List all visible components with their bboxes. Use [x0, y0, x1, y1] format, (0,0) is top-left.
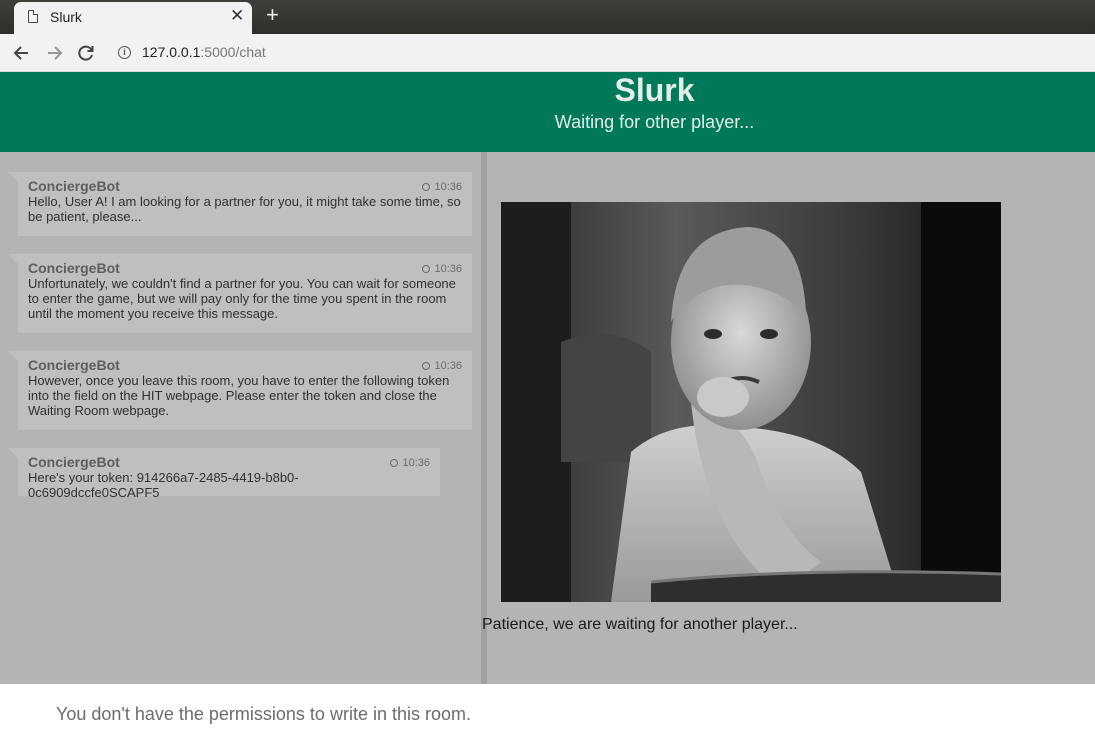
- reload-icon[interactable]: [76, 43, 96, 63]
- plus-icon[interactable]: +: [266, 4, 279, 26]
- message-time-text: 10:36: [434, 360, 462, 372]
- chat-message: ConciergeBot 10:36 Unfortunately, we cou…: [8, 254, 472, 333]
- message-time: 10:36: [422, 181, 462, 193]
- app-header: Slurk Waiting for other player...: [0, 72, 1095, 152]
- message-time-text: 10:36: [402, 457, 430, 469]
- message-text: However, once you leave this room, you h…: [28, 373, 450, 418]
- message-time: 10:36: [390, 457, 430, 469]
- permission-notice: You don't have the permissions to write …: [56, 704, 471, 724]
- clock-icon: [422, 362, 431, 370]
- waiting-caption: Patience, we are waiting for another pla…: [482, 616, 798, 633]
- message-author: ConciergeBot: [28, 357, 120, 373]
- chat-message: ConciergeBot 10:36 However, once you lea…: [8, 351, 472, 430]
- url-path: :5000/chat: [200, 44, 266, 60]
- message-text: Here's your token: 914266a7-2485-4419-b8…: [28, 470, 299, 500]
- forward-arrow-icon[interactable]: [44, 43, 64, 63]
- message-author: ConciergeBot: [28, 454, 120, 470]
- chat-message: ConciergeBot 10:36 Here's your token: 91…: [8, 448, 440, 500]
- input-area: You don't have the permissions to write …: [0, 684, 1095, 744]
- message-author: ConciergeBot: [28, 260, 120, 276]
- message-time: 10:36: [422, 360, 462, 372]
- chat-area[interactable]: ConciergeBot 10:36 Hello, User A! I am l…: [0, 152, 481, 684]
- message-time-text: 10:36: [434, 181, 462, 193]
- clock-icon: [422, 265, 431, 273]
- tab-title: Slurk: [50, 9, 82, 25]
- url-host: 127.0.0.1: [142, 44, 201, 60]
- browser-tab[interactable]: Slurk ✕: [14, 2, 252, 34]
- message-time: 10:36: [422, 263, 462, 275]
- message-text: Unfortunately, we couldn't find a partne…: [28, 276, 456, 321]
- browser-tab-bar: Slurk ✕ +: [0, 0, 1095, 34]
- back-arrow-icon[interactable]: [12, 43, 32, 63]
- message-author: ConciergeBot: [28, 178, 120, 194]
- waiting-illustration: [501, 202, 1001, 602]
- page-icon: [28, 10, 38, 23]
- main-content: ConciergeBot 10:36 Hello, User A! I am l…: [0, 152, 1095, 684]
- clock-icon: [422, 183, 431, 191]
- close-icon[interactable]: ✕: [230, 6, 244, 26]
- message-time-text: 10:36: [434, 263, 462, 275]
- side-panel: Patience, we are waiting for another pla…: [482, 152, 1095, 684]
- url-text: 127.0.0.1:5000/chat: [142, 44, 266, 60]
- message-text: Hello, User A! I am looking for a partne…: [28, 194, 461, 224]
- browser-toolbar: i 127.0.0.1:5000/chat: [0, 34, 1095, 72]
- waiting-image: [501, 202, 1001, 602]
- clock-icon: [390, 459, 399, 467]
- page-title: Slurk: [614, 72, 695, 108]
- page-subtitle: Waiting for other player...: [554, 112, 755, 132]
- info-icon[interactable]: i: [118, 46, 131, 59]
- chat-message: ConciergeBot 10:36 Hello, User A! I am l…: [8, 172, 472, 236]
